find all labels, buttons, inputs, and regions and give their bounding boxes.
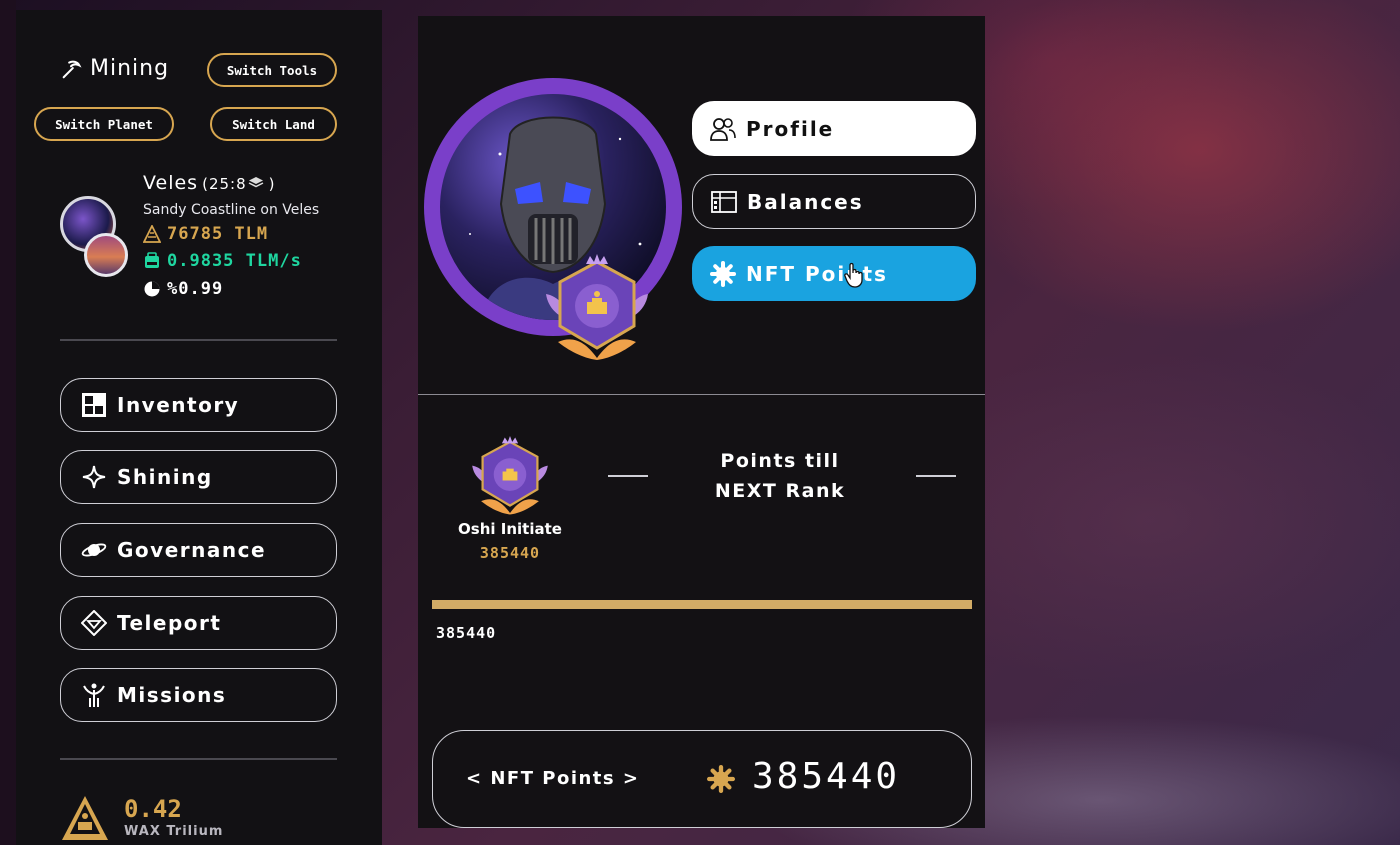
sidebar-divider — [60, 339, 337, 341]
wax-trilium-balance: 0.42 WAX Trilium — [60, 794, 223, 842]
current-rank-points: 385440 — [479, 544, 541, 562]
switch-planet-button[interactable]: Switch Planet — [34, 107, 174, 141]
land-name: Sandy Coastline on Veles — [143, 202, 320, 218]
sidebar-divider-bottom — [60, 758, 337, 760]
mining-cart-icon — [145, 252, 159, 268]
ledger-icon — [711, 190, 737, 213]
sidebar-item-governance[interactable]: Governance — [60, 523, 337, 577]
mining-label: Mining — [90, 56, 170, 81]
tab-profile[interactable]: Profile — [692, 101, 976, 156]
current-rank-badge-icon — [472, 436, 548, 515]
nft-points-icon — [707, 765, 735, 793]
tlm-rate-value: 0.9835 TLM/s — [167, 251, 302, 271]
sidebar-item-label: Shining — [117, 465, 213, 489]
next-rank-title-line2: NEXT Rank — [714, 480, 846, 502]
sidebar-item-shining[interactable]: Shining — [60, 450, 337, 504]
pickaxe-icon — [62, 60, 82, 78]
next-rank-title-line1: Points till — [720, 450, 840, 472]
current-rank-name: Oshi Initiate — [458, 520, 562, 538]
tlm-amount: 76785 TLM — [167, 224, 269, 244]
teleport-icon — [81, 610, 107, 636]
title-dash-right — [916, 475, 956, 477]
trilium-pyramid-icon — [62, 796, 108, 840]
sidebar-item-label: Governance — [117, 538, 267, 562]
commission: %0.99 — [143, 279, 223, 299]
tab-balances[interactable]: Balances — [692, 174, 976, 229]
planet-coords-close: ) — [268, 175, 276, 193]
users-icon — [710, 117, 736, 141]
wax-trilium-value: 0.42 — [124, 795, 182, 823]
inventory-grid-icon — [82, 393, 106, 417]
layers-icon — [248, 177, 263, 188]
rank-progress-label: 385440 — [436, 624, 497, 642]
rank-progress-fill — [432, 600, 972, 609]
planet-coords: (25:8 — [202, 175, 247, 193]
planet-name-text: Veles — [143, 172, 199, 194]
sidebar-item-inventory[interactable]: Inventory — [60, 378, 337, 432]
title-dash-left — [608, 475, 648, 477]
tlm-pyramid-icon — [143, 225, 161, 243]
sparkle-icon — [82, 465, 106, 489]
land-avatar — [84, 233, 128, 277]
tab-nft-points-label: NFT Points — [746, 261, 888, 286]
tab-profile-label: Profile — [746, 116, 835, 141]
background-strip — [0, 0, 16, 845]
tab-balances-label: Balances — [747, 189, 864, 214]
gear-burst-icon — [710, 260, 736, 287]
nft-points-switch-label[interactable]: < NFT Points > — [466, 768, 639, 789]
rank-progress-bar — [432, 600, 972, 609]
tlm-rate: 0.9835 TLM/s — [143, 251, 302, 271]
sidebar-item-label: Missions — [117, 683, 227, 707]
switch-land-button[interactable]: Switch Land — [210, 107, 337, 141]
panel-divider — [418, 394, 985, 395]
missions-icon — [83, 683, 105, 707]
mining-header[interactable]: Mining — [60, 56, 169, 81]
next-rank-title: Points till NEXT Rank — [680, 446, 880, 506]
tlm-balance: 76785 TLM — [143, 224, 268, 244]
sidebar-item-label: Teleport — [117, 611, 222, 635]
switch-tools-button[interactable]: Switch Tools — [207, 53, 337, 87]
rank-badge-icon — [546, 254, 648, 360]
sidebar-item-label: Inventory — [117, 393, 240, 417]
tab-nft-points[interactable]: NFT Points — [692, 246, 976, 301]
hand-cursor-icon — [844, 262, 863, 288]
commission-value: %0.99 — [167, 279, 224, 299]
sidebar-item-teleport[interactable]: Teleport — [60, 596, 337, 650]
planet-ring-icon — [81, 543, 107, 557]
pie-chart-icon — [144, 281, 160, 297]
sidebar-item-missions[interactable]: Missions — [60, 668, 337, 722]
wax-trilium-label: WAX Trilium — [124, 824, 224, 839]
planet-name: Veles (25:8) — [143, 172, 276, 194]
nft-points-value: 385440 — [752, 756, 901, 797]
